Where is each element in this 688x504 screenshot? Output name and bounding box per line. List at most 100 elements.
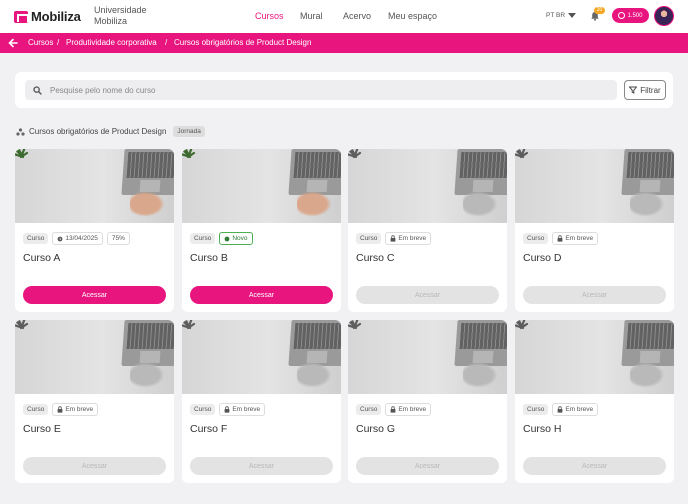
search-icon [33,85,42,95]
course-thumbnail [515,149,674,223]
breadcrumb: Cursos / Produtividade corporativa / Cur… [0,33,688,53]
coming-soon-chip: Em breve [219,403,266,416]
course-meta: Curso Em breve [190,403,266,416]
journey-tag: Jornada [173,126,205,137]
filter-icon [629,86,638,94]
course-type-chip: Curso [356,233,382,244]
logo[interactable]: Mobiliza [14,9,81,24]
org-line-1: Universidade [94,5,147,15]
course-title: Curso F [190,423,228,435]
search-panel: Filtrar [15,72,673,108]
clock-icon [57,236,63,241]
course-card[interactable]: Curso Em breve Curso D Acessar [515,149,674,312]
course-card[interactable]: Curso Em breve Curso F Acessar [182,320,341,483]
course-title: Curso A [23,252,61,264]
access-button[interactable]: Acessar [23,286,166,304]
language-label: PT BR [546,12,566,19]
course-meta: Curso Em breve [356,232,432,245]
hands-illustration [630,360,668,390]
lock-icon [224,406,230,413]
coming-soon-label: Em breve [565,406,594,413]
access-button[interactable]: Acessar [190,457,333,475]
section-header: Cursos obrigatórios de Product Design Jo… [16,126,205,137]
breadcrumb-item-produtividade[interactable]: Produtividade corporativa [66,38,157,47]
search-box [25,80,617,100]
filter-label: Filtrar [640,85,661,95]
logo-icon [14,10,29,23]
progress-chip: 75% [106,232,130,245]
back-arrow-icon[interactable] [8,37,18,49]
course-meta: Curso Em breve [523,403,599,416]
course-card[interactable]: Curso Em breve Curso C Acessar [348,149,507,312]
course-card[interactable]: Curso Em breve Curso E Acessar [15,320,174,483]
lock-icon [557,235,563,242]
course-title: Curso H [523,423,562,435]
breadcrumb-item-cursos[interactable]: Cursos [28,38,53,47]
access-button[interactable]: Acessar [356,457,499,475]
course-title: Curso D [523,252,562,264]
course-type-chip: Curso [523,404,549,415]
access-button[interactable]: Acessar [523,286,666,304]
access-button[interactable]: Acessar [190,286,333,304]
course-thumbnail [15,320,174,394]
avatar[interactable] [654,6,674,26]
hands-illustration [130,189,168,219]
course-type-chip: Curso [190,233,216,244]
course-card[interactable]: Curso Em breve Curso G Acessar [348,320,507,483]
access-button[interactable]: Acessar [356,286,499,304]
course-type-chip: Curso [23,404,49,415]
plant-icon [15,320,29,330]
org-line-2: Mobiliza [94,16,128,26]
course-meta: Curso Em breve [356,403,432,416]
course-type-chip: Curso [523,233,549,244]
coming-soon-label: Em breve [65,406,94,413]
hands-illustration [297,189,335,219]
course-type-chip: Curso [23,233,49,244]
nav-cursos[interactable]: Cursos [255,11,284,21]
plant-icon [348,320,362,330]
course-title: Curso G [356,423,396,435]
points-badge[interactable]: 1.500 [612,8,649,23]
course-thumbnail [515,320,674,394]
coming-soon-chip: Em breve [52,403,99,416]
course-thumbnail [348,320,507,394]
breadcrumb-separator: / [165,38,168,47]
coming-soon-label: Em breve [398,406,427,413]
hands-illustration [463,189,501,219]
lock-icon [390,406,396,413]
hands-illustration [630,189,668,219]
course-title: Curso C [356,252,395,264]
coming-soon-chip: Em breve [552,403,599,416]
coin-icon [618,12,626,19]
plant-icon [515,149,529,159]
plant-icon [15,149,29,159]
course-card[interactable]: Curso 13/04/2025 75% Curso A Acessar [15,149,174,312]
nav-acervo[interactable]: Acervo [343,11,371,21]
course-meta: Curso Em breve [23,403,99,416]
notification-badge: 20 [594,7,605,14]
coming-soon-label: Em breve [565,235,594,242]
lock-icon [57,406,63,413]
top-header: Mobiliza Universidade Mobiliza Cursos Mu… [0,0,688,33]
course-thumbnail [182,149,341,223]
coming-soon-label: Em breve [398,235,427,242]
nav-meu-espaco[interactable]: Meu espaço [388,11,437,21]
points-value: 1.500 [627,12,643,19]
coming-soon-chip: Em breve [552,232,599,245]
course-thumbnail [15,149,174,223]
course-title: Curso E [23,423,61,435]
course-meta: Curso Em breve [523,232,599,245]
section-title: Cursos obrigatórios de Product Design [29,127,167,136]
organization-name: Universidade Mobiliza [94,5,154,27]
course-type-chip: Curso [190,404,216,415]
logo-text: Mobiliza [31,9,81,24]
filter-button[interactable]: Filtrar [624,80,666,100]
hands-illustration [463,360,501,390]
course-card[interactable]: Curso Em breve Curso H Acessar [515,320,674,483]
language-selector[interactable]: PT BR [546,12,577,19]
access-button[interactable]: Acessar [523,457,666,475]
search-input[interactable] [50,85,590,95]
nav-mural[interactable]: Mural [300,11,323,21]
access-button[interactable]: Acessar [23,457,166,475]
course-card[interactable]: Curso Novo Curso B Acessar [182,149,341,312]
